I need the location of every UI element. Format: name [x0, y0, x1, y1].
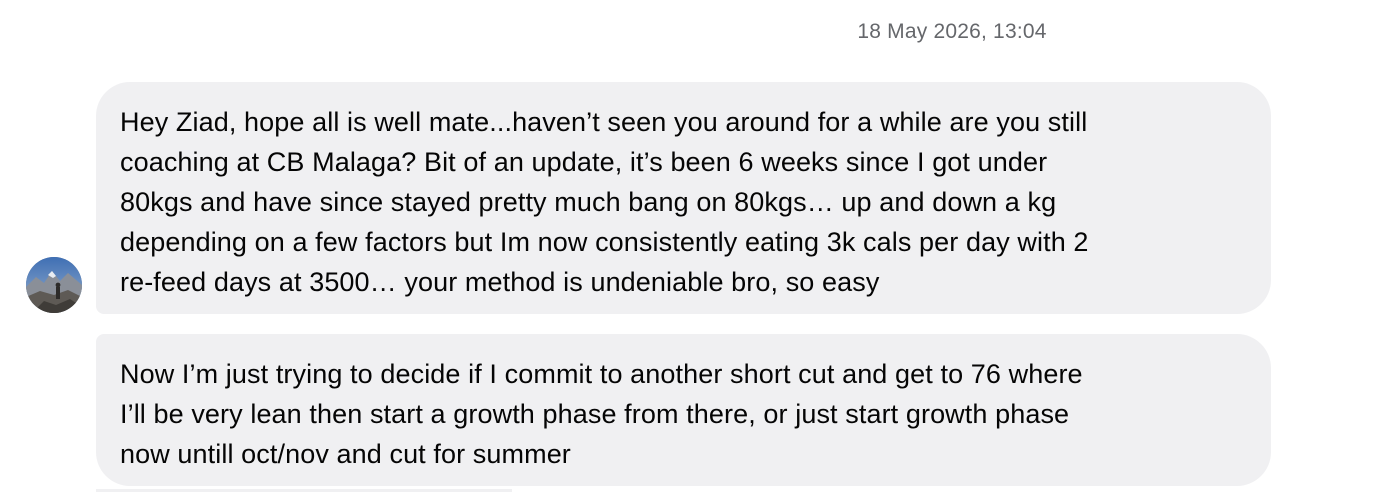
message-text-line: 80kgs and have since stayed pretty much …	[120, 187, 1057, 217]
message-text-line: I’ll be very lean then start a growth ph…	[120, 399, 1070, 429]
message-bubble-2[interactable]: Now I’m just trying to decide if I commi…	[96, 334, 1271, 486]
message-bubble-1[interactable]: Hey Ziad, hope all is well mate...haven’…	[96, 82, 1271, 314]
message-text-line: Now I’m just trying to decide if I commi…	[120, 359, 1083, 389]
message-text-line: Hey Ziad, hope all is well mate...haven’…	[120, 107, 1088, 137]
message-text-line: coaching at CB Malaga? Bit of an update,…	[120, 147, 1048, 177]
sender-avatar[interactable]	[26, 257, 82, 313]
avatar-photo-icon	[26, 257, 82, 313]
message-timestamp: 18 May 2026, 13:04	[857, 20, 1047, 43]
message-text-line: now untill oct/nov and cut for summer	[120, 439, 571, 469]
message-text-line: re-feed days at 3500… your method is und…	[120, 267, 880, 297]
message-text-line: depending on a few factors but Im now co…	[120, 227, 1089, 257]
